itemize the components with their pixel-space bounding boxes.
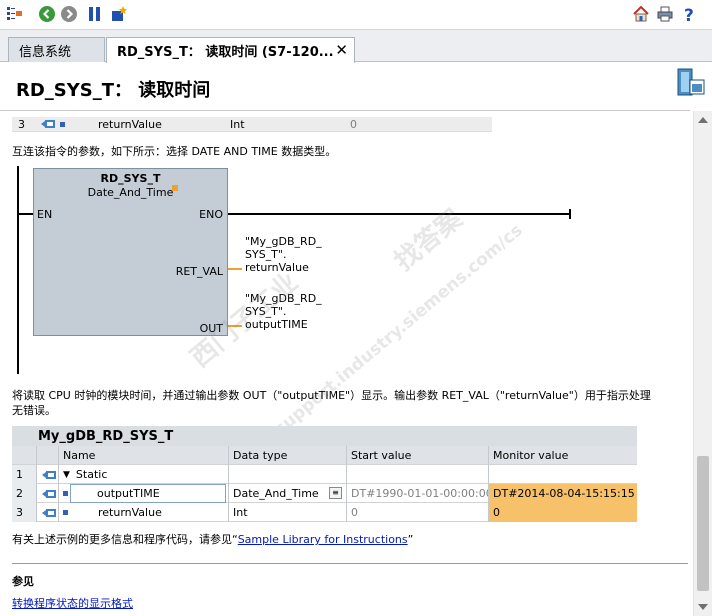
header-type[interactable]: Data type	[228, 446, 346, 465]
pin-en: EN	[37, 208, 53, 221]
scroll-up-arrow-icon[interactable]	[698, 117, 708, 123]
en-wire	[19, 213, 33, 215]
scroll-thumb[interactable]	[697, 456, 709, 591]
interface-icon	[40, 117, 56, 131]
header-spacer	[36, 446, 58, 465]
row-name-cell[interactable]: returnValue	[58, 503, 228, 522]
table-row[interactable]: 1 ▼ Static	[12, 465, 637, 484]
intro-text: 互连该指令的参数，如下所示：选择 DATE AND TIME 数据类型。	[12, 145, 337, 158]
row-name: returnValue	[98, 506, 162, 519]
row-type: Int	[230, 117, 245, 131]
row-type-cell[interactable]: Date_And_Time ≡	[228, 484, 346, 503]
tree-sync-icon[interactable]	[6, 5, 24, 23]
row-type: Int	[228, 503, 346, 522]
datatype-dropdown-marker[interactable]	[172, 185, 178, 191]
toolbar: ?	[0, 0, 712, 30]
scroll-down-arrow-icon[interactable]	[698, 604, 708, 610]
interface-icon	[36, 503, 58, 522]
row-type	[228, 465, 346, 484]
datatype-picker-icon[interactable]: ≡	[329, 487, 342, 499]
row-start	[346, 465, 488, 484]
row-number: 1	[12, 465, 36, 484]
row-start: DT#1990-01-01-00:00:00	[346, 484, 488, 503]
svg-text:?: ?	[684, 6, 694, 23]
block-datatype[interactable]: Date_And_Time	[34, 186, 227, 199]
row-monitor: 0	[488, 503, 637, 522]
pin-ret-val: RET_VAL	[175, 265, 223, 278]
table-row: 3 returnValue Int 0	[12, 117, 492, 132]
tab-label: RD_SYS_T： 读取时间 (S7-120...	[117, 45, 334, 60]
row-monitor: DT#2014-08-04-15:15:15	[488, 484, 637, 503]
see-also-heading: 参见	[12, 575, 34, 588]
header-num	[12, 446, 36, 465]
table-header-row: Name Data type Start value Monitor value	[12, 446, 637, 465]
pin-eno: ENO	[199, 208, 223, 221]
row-name[interactable]: outputTIME	[70, 484, 226, 503]
print-icon[interactable]	[656, 5, 674, 23]
help-icon[interactable]: ?	[680, 5, 698, 23]
row-monitor	[488, 465, 637, 484]
row-number: 3	[18, 117, 25, 131]
more-info-text: 有关上述示例的更多信息和程序代码，请参见“Sample Library for …	[12, 532, 413, 547]
table-row[interactable]: 3 returnValue Int 0 0	[12, 503, 637, 522]
description-text: 将读取 CPU 时钟的模块时间，并通过输出参数 OUT（"outputTIME"…	[12, 388, 688, 418]
vertical-scrollbar[interactable]	[693, 111, 712, 616]
bullet-icon	[58, 484, 70, 503]
interface-icon	[36, 465, 58, 484]
header-start[interactable]: Start value	[346, 446, 488, 465]
left-power-rail	[17, 166, 19, 374]
toggle-view-icon[interactable]	[676, 66, 706, 98]
tab-label: 信息系统	[19, 44, 72, 60]
sample-library-link[interactable]: Sample Library for Instructions	[238, 533, 408, 546]
bullet-icon	[63, 510, 68, 515]
row-number: 2	[12, 484, 36, 503]
row-number: 3	[12, 503, 36, 522]
description-line: 将读取 CPU 时钟的模块时间，并通过输出参数 OUT（"outputTIME"…	[12, 389, 651, 402]
wire-end-marker	[569, 209, 571, 219]
tab-rd-sys-t[interactable]: RD_SYS_T： 读取时间 (S7-120... ✕	[106, 37, 355, 63]
bookmark-icon[interactable]	[86, 5, 104, 23]
eno-wire	[228, 213, 570, 215]
db-title: My_gDB_RD_SYS_T	[12, 426, 637, 446]
header-divider	[0, 110, 690, 111]
row-type: Date_And_Time	[233, 487, 319, 500]
header-name[interactable]: Name	[58, 446, 228, 465]
close-icon[interactable]: ✕	[335, 41, 348, 59]
add-favorite-icon[interactable]	[110, 5, 128, 23]
table-row[interactable]: 2 outputTIME Date_And_Time ≡ DT#1990-01-…	[12, 484, 637, 503]
forward-icon[interactable]	[60, 5, 78, 23]
operand-line: SYS_T".	[245, 248, 287, 261]
tab-bar: 信息系统 RD_SYS_T： 读取时间 (S7-120... ✕	[0, 30, 712, 63]
block-title: RD_SYS_T	[100, 172, 161, 185]
back-icon[interactable]	[38, 5, 56, 23]
operand-line: "My_gDB_RD_	[245, 235, 322, 248]
more-info-suffix: ”	[407, 533, 414, 546]
page-title: RD_SYS_T： 读取时间	[16, 80, 211, 101]
home-icon[interactable]	[632, 5, 650, 23]
more-info-prefix: 有关上述示例的更多信息和程序代码，请参见“	[12, 533, 238, 546]
watermark-text: 找答案	[389, 203, 469, 277]
row-value: 0	[350, 117, 357, 131]
function-block[interactable]: RD_SYS_T Date_And_Time EN ENO RET_VAL OU…	[33, 168, 228, 336]
db-table: My_gDB_RD_SYS_T Name Data type Start val…	[12, 426, 637, 522]
header-monitor[interactable]: Monitor value	[488, 446, 637, 465]
see-also-link[interactable]: 转换程序状态的显示格式	[12, 596, 133, 611]
tab-information-system[interactable]: 信息系统	[8, 37, 105, 62]
row-start: 0	[346, 503, 488, 522]
description-line: 无错误。	[12, 404, 56, 417]
bullet-icon	[60, 117, 65, 131]
row-name: Static	[75, 468, 108, 481]
row-name-cell[interactable]: ▼ Static	[58, 465, 228, 484]
collapse-triangle-icon[interactable]: ▼	[63, 470, 70, 480]
interface-icon	[36, 484, 58, 503]
ret-val-wire	[228, 268, 242, 270]
row-name: returnValue	[98, 117, 162, 131]
section-divider	[12, 563, 688, 564]
